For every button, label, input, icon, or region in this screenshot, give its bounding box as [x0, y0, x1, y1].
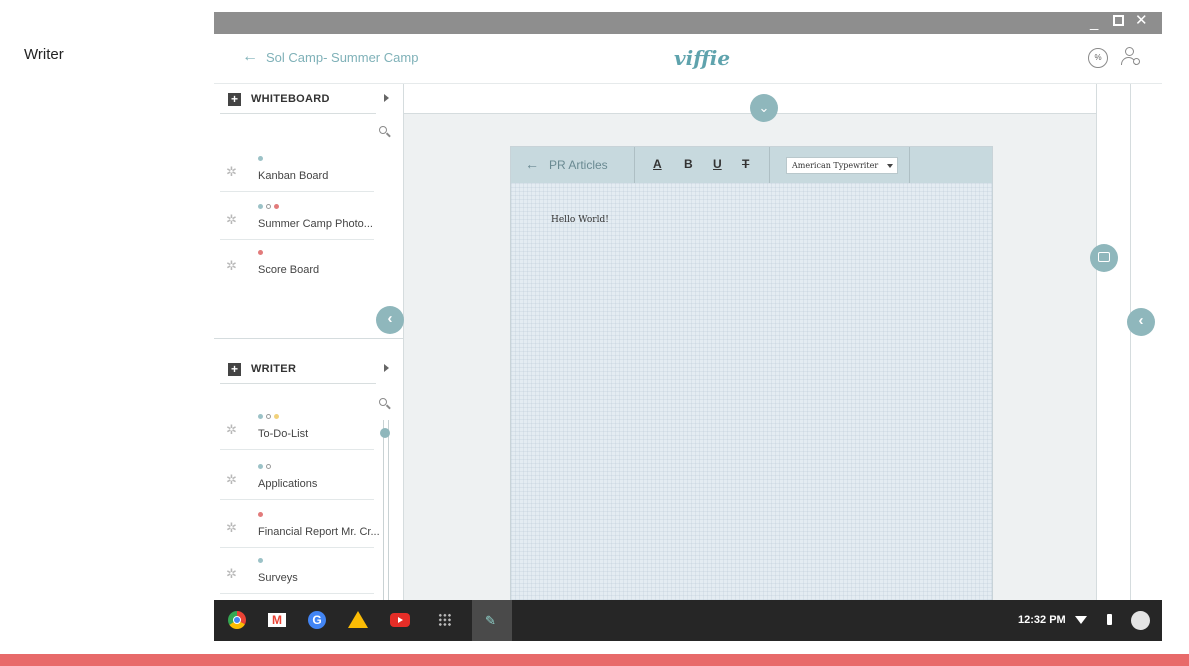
expand-whiteboard-icon[interactable] [384, 94, 389, 102]
expand-down-button[interactable]: ⌄ [750, 94, 778, 122]
status-dots [258, 558, 266, 566]
toolbar-divider [909, 147, 910, 183]
breadcrumb-project[interactable]: Sol Camp- Summer Camp [266, 50, 418, 65]
gear-icon[interactable]: ✲ [226, 472, 237, 488]
panel-divider [1096, 84, 1097, 604]
app-launcher-icon[interactable] [438, 613, 452, 627]
list-item-label: Summer Camp Photo... [258, 218, 373, 230]
status-dots [258, 156, 266, 164]
list-item-label: To-Do-List [258, 428, 309, 440]
document-body-text[interactable]: Hello World! [551, 215, 609, 225]
os-shelf: M G ✎ 12:32 PM [214, 600, 1162, 641]
youtube-icon[interactable] [390, 613, 410, 627]
status-dots [258, 512, 266, 520]
list-item-label: Applications [258, 478, 318, 490]
section-title-whiteboard: WHITEBOARD [251, 93, 330, 105]
add-whiteboard-icon[interactable]: + [228, 93, 241, 106]
maximize-button[interactable] [1113, 15, 1124, 26]
google-search-icon[interactable]: G [308, 611, 326, 629]
app-header: ← Sol Camp- Summer Camp viffie % [214, 34, 1162, 84]
avatar[interactable] [1131, 611, 1150, 630]
gear-icon[interactable]: ✲ [226, 422, 237, 438]
add-writer-icon[interactable]: + [228, 363, 241, 376]
active-app-viffie[interactable]: ✎ [472, 600, 512, 641]
list-item-score-board[interactable]: ✲ Score Board [220, 240, 374, 286]
chevron-down-icon [887, 164, 893, 168]
scroll-thumb[interactable] [380, 428, 390, 438]
list-item-financial-report[interactable]: ✲ Financial Report Mr. Cr... [220, 502, 380, 548]
font-family-select[interactable]: American Typewriter [786, 157, 898, 174]
brand-logo: viffie [674, 46, 731, 70]
list-item-surveys[interactable]: ✲ Surveys [220, 548, 374, 594]
expand-writer-icon[interactable] [384, 364, 389, 372]
status-dots [258, 464, 274, 472]
search-whiteboard-icon[interactable] [379, 126, 391, 138]
document-editor[interactable]: ← PR Articles A B U T American Typewrite… [510, 146, 993, 614]
font-family-value: American Typewriter [792, 161, 879, 170]
main-canvas: ⌄ ← PR Articles A B U T American Typewri… [404, 84, 1096, 614]
page-caption: Writer [24, 46, 64, 63]
list-item-kanban-board[interactable]: ✲ Kanban Board [220, 146, 374, 192]
toolbar-divider [634, 147, 635, 183]
chrome-icon[interactable] [228, 611, 246, 629]
editor-toolbar: ← PR Articles A B U T American Typewrite… [511, 147, 992, 183]
user-settings-icon[interactable] [1120, 46, 1140, 68]
font-color-button[interactable]: A [653, 157, 662, 171]
search-writer-icon[interactable] [379, 398, 391, 410]
status-dots [258, 250, 266, 258]
back-arrow-icon[interactable]: ← [242, 48, 258, 66]
list-item-to-do-list[interactable]: ✲ To-Do-List [220, 404, 374, 450]
gear-icon[interactable]: ✲ [226, 520, 237, 536]
document-title: PR Articles [549, 158, 608, 172]
expand-right-panel-button[interactable]: ‹ [1127, 308, 1155, 336]
underline-button[interactable]: U [713, 157, 722, 171]
right-panel: ‹ [1090, 84, 1162, 604]
sidebar: + WHITEBOARD ✲ Kanban Board ✲ Summer Cam… [214, 84, 404, 610]
section-header-writer[interactable]: + WRITER [220, 356, 389, 384]
list-item-summer-camp-photo[interactable]: ✲ Summer Camp Photo... [220, 194, 374, 240]
close-button[interactable]: ✕ [1135, 12, 1148, 30]
wifi-icon[interactable] [1075, 616, 1087, 624]
section-title-writer: WRITER [251, 363, 297, 375]
status-dots [258, 204, 282, 212]
sidebar-scrollbar[interactable] [380, 420, 390, 610]
list-item-label: Surveys [258, 572, 298, 584]
gear-icon[interactable]: ✲ [226, 566, 237, 582]
footer-accent-bar [0, 654, 1189, 666]
comment-icon [1098, 252, 1110, 262]
collapse-sidebar-button[interactable]: ‹ [376, 306, 404, 334]
gear-icon[interactable]: ✲ [226, 258, 237, 274]
percent-badge-icon[interactable]: % [1088, 48, 1108, 68]
list-item-label: Financial Report Mr. Cr... [258, 526, 380, 538]
battery-icon[interactable] [1107, 614, 1112, 625]
minimize-button[interactable]: _ [1090, 14, 1098, 32]
comment-button[interactable] [1090, 244, 1118, 272]
section-header-whiteboard[interactable]: + WHITEBOARD [220, 86, 389, 114]
toolbar-divider [769, 147, 770, 183]
list-item-label: Score Board [258, 264, 320, 276]
window-titlebar: _ ✕ [214, 12, 1162, 34]
status-dots [258, 414, 282, 422]
gear-icon[interactable]: ✲ [226, 164, 237, 180]
viffie-app-icon: ✎ [485, 613, 496, 628]
drive-icon[interactable] [348, 611, 368, 628]
clock[interactable]: 12:32 PM [1018, 614, 1066, 626]
bold-button[interactable]: B [684, 157, 693, 171]
list-item-applications[interactable]: ✲ Applications [220, 454, 374, 500]
strikethrough-button[interactable]: T [742, 157, 749, 171]
gear-icon[interactable]: ✲ [226, 212, 237, 228]
list-item-label: Kanban Board [258, 170, 329, 182]
doc-back-arrow-icon[interactable]: ← [525, 156, 539, 172]
panel-divider [1130, 84, 1131, 604]
app-window: _ ✕ ← Sol Camp- Summer Camp viffie % + W… [214, 12, 1162, 641]
section-divider [214, 338, 404, 350]
gmail-icon[interactable]: M [268, 613, 286, 627]
